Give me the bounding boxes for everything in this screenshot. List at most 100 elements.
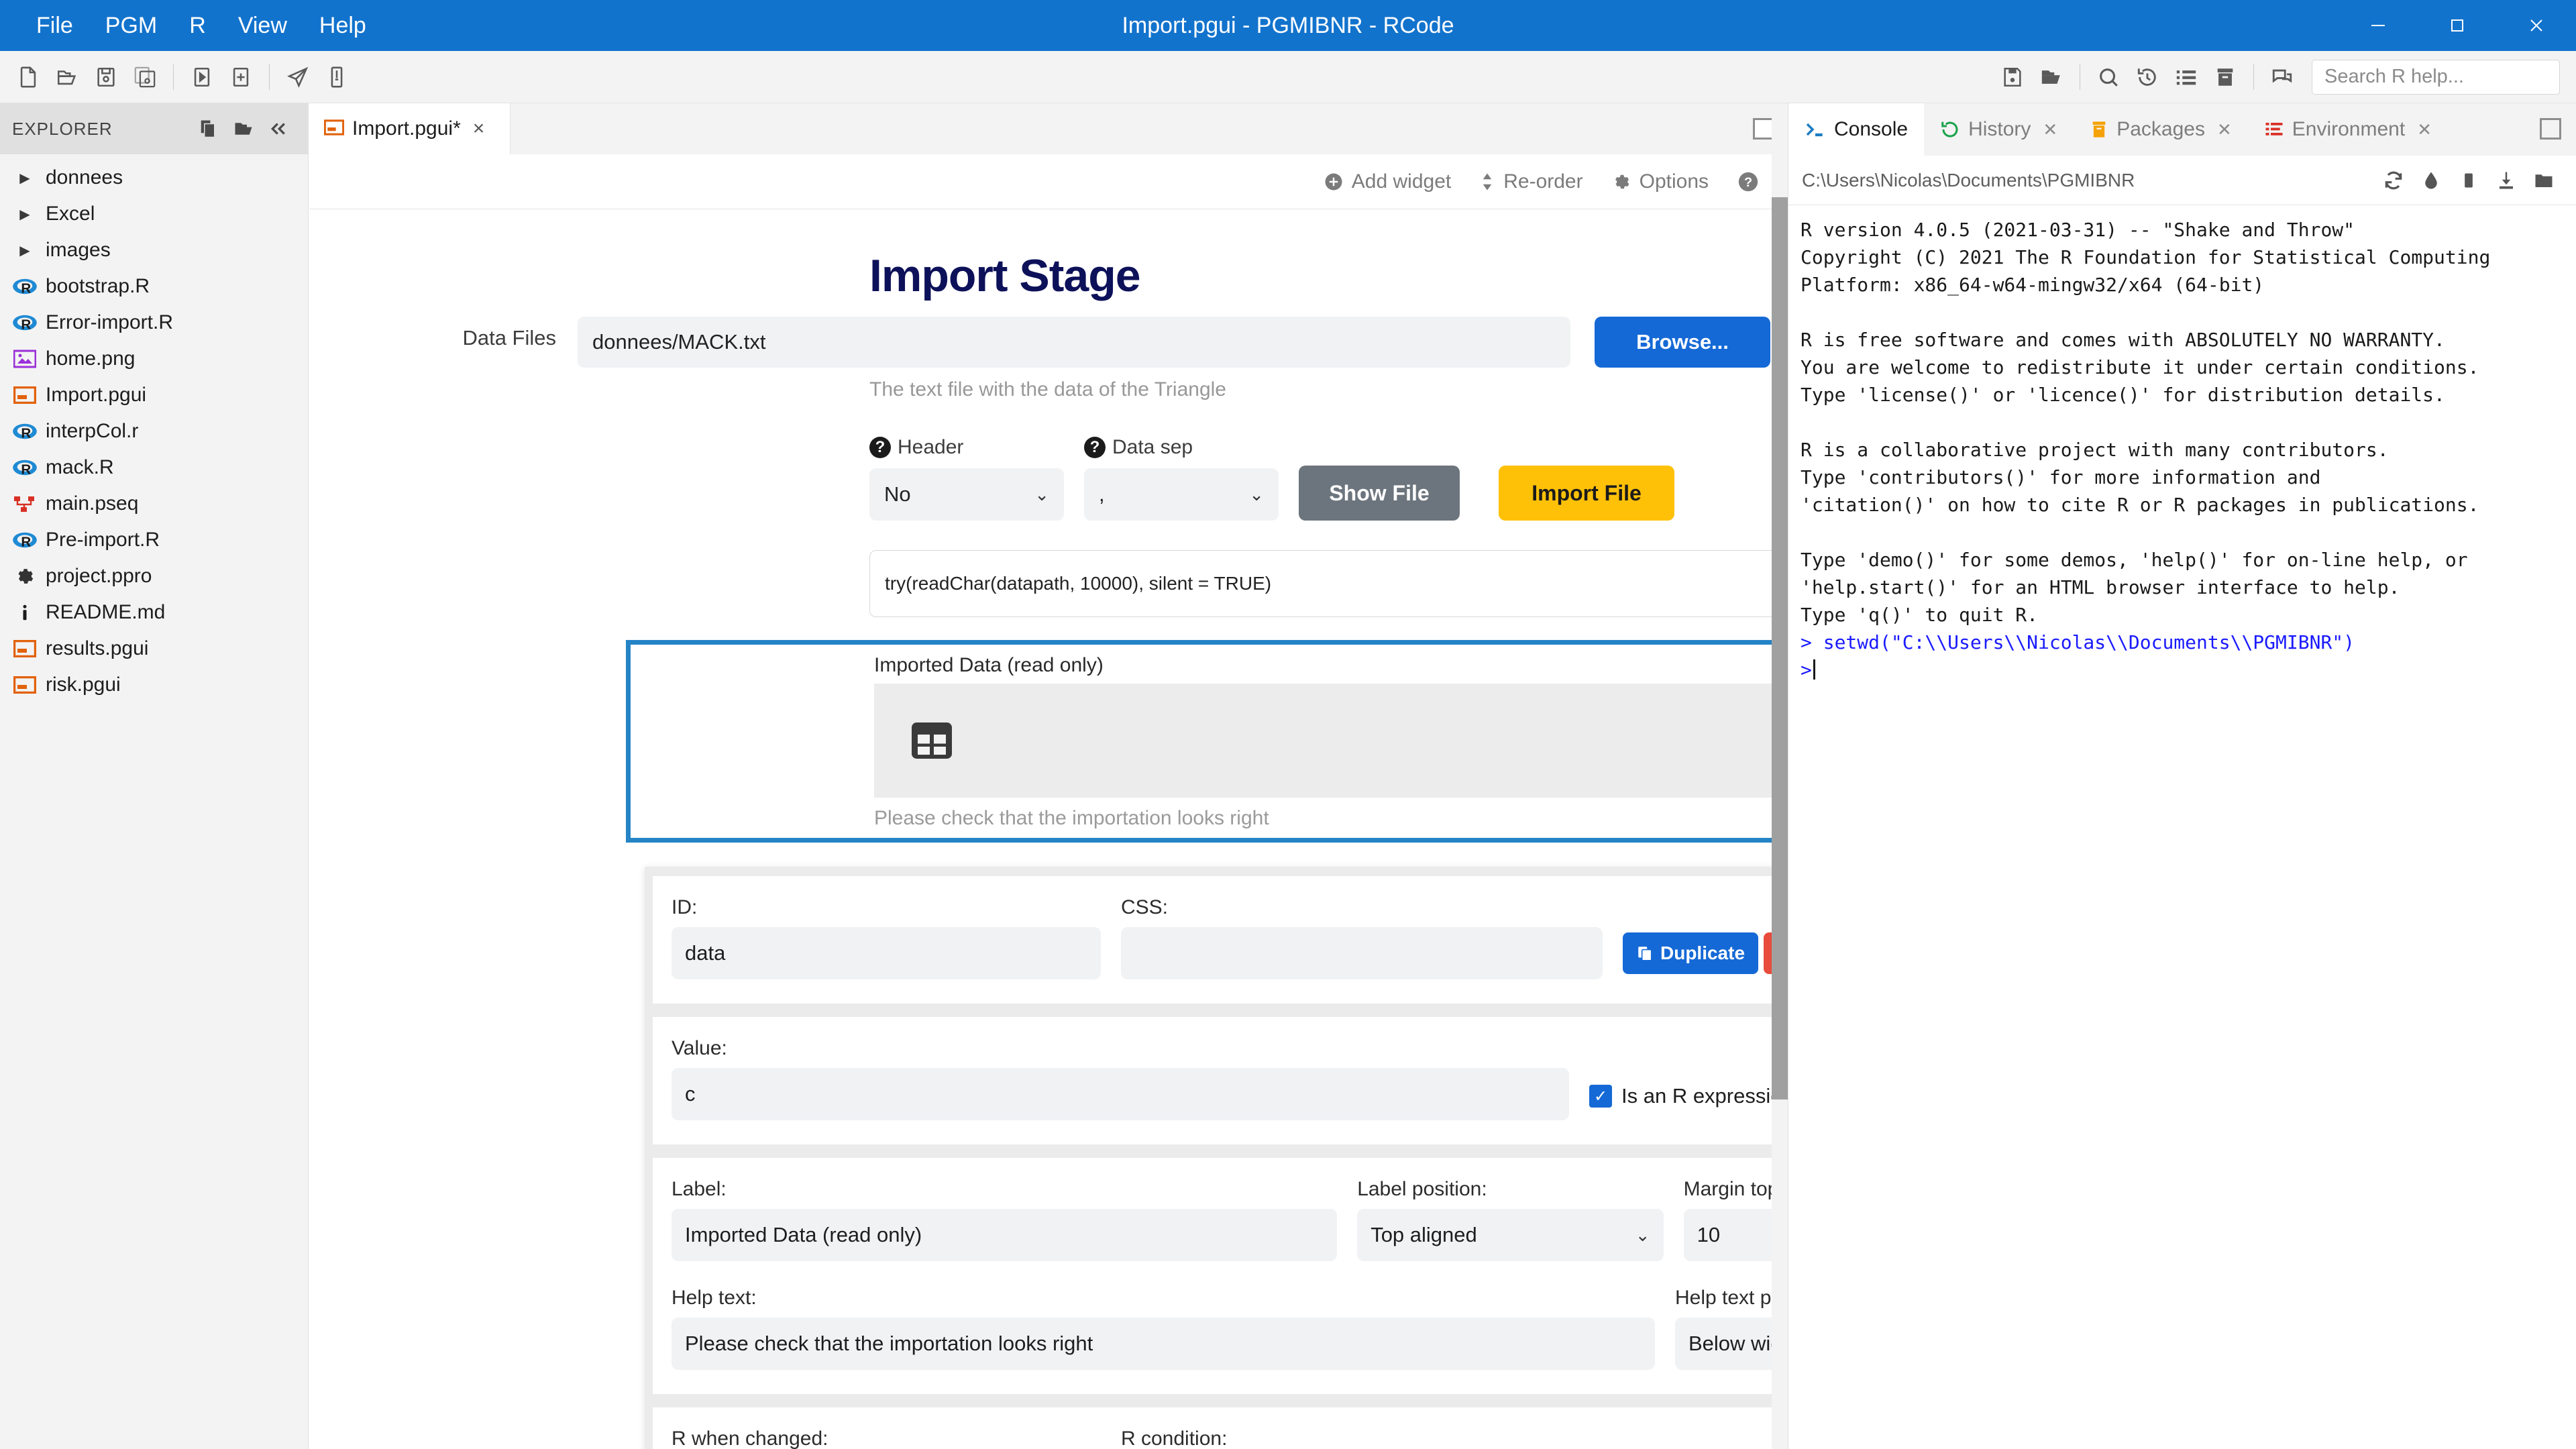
console-maximize-button[interactable] xyxy=(2540,118,2561,140)
explorer-item-home-png[interactable]: home.png xyxy=(0,341,308,377)
import-file-button[interactable]: Import File xyxy=(1499,466,1674,521)
label-position-select[interactable]: Top aligned ⌄ xyxy=(1357,1209,1664,1261)
history-icon[interactable] xyxy=(2129,57,2166,97)
label-input[interactable]: Imported Data (read only) xyxy=(672,1209,1338,1261)
explorer-item-bootstrap-r[interactable]: R bootstrap.R xyxy=(0,268,308,305)
save-icon[interactable] xyxy=(87,57,125,97)
close-icon[interactable]: ✕ xyxy=(2417,119,2432,140)
is-r-expression-checkbox[interactable]: ✓ xyxy=(1589,1085,1612,1108)
id-field-group: ID: data xyxy=(672,896,1101,979)
new-file-icon[interactable] xyxy=(9,57,47,97)
explorer-item-interpcol-r[interactable]: R interpCol.r xyxy=(0,413,308,449)
new-folder-icon[interactable] xyxy=(226,111,261,146)
list-icon[interactable] xyxy=(2167,57,2205,97)
clear-icon[interactable] xyxy=(2412,162,2450,199)
margin-top-input[interactable]: 10 xyxy=(1683,1209,1772,1261)
close-icon[interactable]: ✕ xyxy=(2043,119,2057,140)
menu-item-view[interactable]: View xyxy=(222,0,303,51)
tab-packages-label: Packages xyxy=(2116,118,2205,140)
tab-console[interactable]: Console xyxy=(1788,103,1925,156)
close-icon[interactable]: × xyxy=(469,117,489,140)
canvas-scrollbar[interactable] xyxy=(1772,103,1788,1449)
imported-data-table-placeholder[interactable] xyxy=(874,684,1772,798)
collapse-all-icon[interactable] xyxy=(261,111,296,146)
close-icon[interactable]: ✕ xyxy=(2217,119,2232,140)
folder-icon[interactable] xyxy=(2525,162,2563,199)
help-text-label: Help text: xyxy=(672,1287,757,1309)
data-files-input[interactable]: donnees/MACK.txt xyxy=(578,317,1570,368)
menu-item-help[interactable]: Help xyxy=(303,0,382,51)
close-button[interactable] xyxy=(2497,0,2576,51)
value-input[interactable]: c xyxy=(672,1068,1569,1120)
explorer-item-results-pgui[interactable]: results.pgui xyxy=(0,631,308,667)
header-select[interactable]: No ⌄ xyxy=(869,468,1064,521)
duplicate-button[interactable]: Duplicate xyxy=(1623,932,1759,974)
package-icon[interactable] xyxy=(2206,57,2244,97)
canvas-scrollbar-thumb[interactable] xyxy=(1772,197,1788,1099)
console-prompt: > xyxy=(1801,659,1812,681)
explorer-item-error-import-r[interactable]: R Error-import.R xyxy=(0,305,308,341)
open-folder-icon-right[interactable] xyxy=(2033,57,2070,97)
add-icon[interactable] xyxy=(222,57,260,97)
explorer-item-project-ppro[interactable]: project.ppro xyxy=(0,558,308,594)
menu-item-file[interactable]: File xyxy=(20,0,89,51)
explorer-item-risk-pgui[interactable]: risk.pgui xyxy=(0,667,308,703)
restore-button[interactable] xyxy=(2418,0,2497,51)
help-text-input[interactable]: Please check that the importation looks … xyxy=(672,1318,1655,1370)
show-file-button[interactable]: Show File xyxy=(1299,466,1460,521)
download-icon[interactable] xyxy=(2487,162,2525,199)
tab-import-pgui[interactable]: Import.pgui* × xyxy=(309,103,511,154)
reorder-button[interactable]: Re-order xyxy=(1479,170,1583,193)
explorer-item-excel[interactable]: ▶ Excel xyxy=(0,196,308,232)
help-circle-icon[interactable]: ? xyxy=(1084,437,1106,458)
help-button[interactable]: ? xyxy=(1737,170,1760,193)
menu-item-r[interactable]: R xyxy=(173,0,222,51)
reorder-label: Re-order xyxy=(1503,170,1583,193)
stop-icon[interactable] xyxy=(2450,162,2487,199)
refresh-icon[interactable] xyxy=(2375,162,2412,199)
info-icon xyxy=(9,597,40,628)
help-text-position-select[interactable]: Below widget ⌄ xyxy=(1675,1318,1772,1370)
data-files-row: Data Files donnees/MACK.txt Browse... xyxy=(309,317,1772,368)
id-input[interactable]: data xyxy=(672,927,1101,979)
explorer-item-mack-r[interactable]: R mack.R xyxy=(0,449,308,486)
save-icon-right[interactable] xyxy=(1994,57,2031,97)
script-icon[interactable] xyxy=(318,57,356,97)
open-folder-icon[interactable] xyxy=(48,57,86,97)
properties-card-identity: ID: data CSS: Duplicate xyxy=(653,876,1772,1004)
save-all-icon[interactable] xyxy=(126,57,164,97)
console-output[interactable]: R version 4.0.5 (2021-03-31) -- "Shake a… xyxy=(1788,205,2576,1449)
explorer-item-donnees[interactable]: ▶ donnees xyxy=(0,160,308,196)
explorer-item-images[interactable]: ▶ images xyxy=(0,232,308,268)
browse-button[interactable]: Browse... xyxy=(1595,317,1770,368)
explorer-item-main-pseq[interactable]: main.pseq xyxy=(0,486,308,522)
selected-widget-imported-data[interactable]: Imported Data (read only) Please check t… xyxy=(626,640,1772,843)
help-circle-icon[interactable]: ? xyxy=(869,437,891,458)
r-when-changed-group: R when changed: xyxy=(672,1428,1101,1449)
explorer-item-label: home.png xyxy=(46,347,136,370)
search-r-help-input[interactable]: Search R help... xyxy=(2312,59,2560,95)
css-input[interactable] xyxy=(1121,927,1603,979)
explorer-item-readme-md[interactable]: README.md xyxy=(0,594,308,631)
explorer-item-pre-import-r[interactable]: R Pre-import.R xyxy=(0,522,308,558)
search-icon[interactable] xyxy=(2090,57,2127,97)
new-file-icon[interactable] xyxy=(191,111,226,146)
send-icon[interactable] xyxy=(279,57,317,97)
menu-item-pgm[interactable]: PGM xyxy=(89,0,173,51)
data-sep-select[interactable]: , ⌄ xyxy=(1084,468,1279,521)
minimize-button[interactable] xyxy=(2339,0,2418,51)
is-r-expression-checkbox-row[interactable]: ✓ Is an R expression xyxy=(1589,1084,1772,1120)
code-preview-box[interactable]: try(readChar(datapath, 10000), silent = … xyxy=(869,550,1772,617)
tab-history[interactable]: History ✕ xyxy=(1924,103,2074,156)
explorer-item-import-pgui[interactable]: Import.pgui xyxy=(0,377,308,413)
delete-button[interactable] xyxy=(1764,932,1772,974)
tab-packages[interactable]: Packages ✕ xyxy=(2074,103,2248,156)
options-button[interactable]: Options xyxy=(1611,170,1709,193)
add-widget-button[interactable]: Add widget xyxy=(1324,170,1451,193)
chevron-down-icon: ⌄ xyxy=(1249,484,1264,504)
comment-icon[interactable] xyxy=(2263,57,2301,97)
tab-environment[interactable]: Environment ✕ xyxy=(2248,103,2448,156)
console-tab-strip: Console History ✕ Packages ✕ Environment… xyxy=(1788,103,2576,156)
margin-top-group: Margin top: 10 xyxy=(1683,1178,1772,1261)
run-icon[interactable] xyxy=(183,57,221,97)
